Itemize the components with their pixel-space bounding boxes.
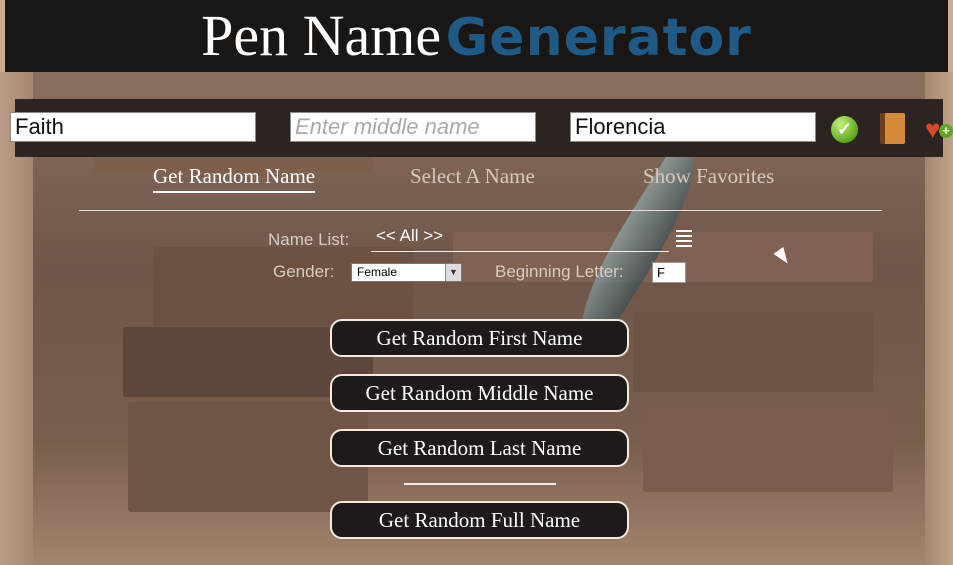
get-random-middle-name-button[interactable]: Get Random Middle Name (330, 374, 629, 412)
heart-plus-icon[interactable]: ♥ + (925, 116, 953, 142)
page-title: Pen Name Generator (5, 4, 948, 83)
gender-select[interactable]: Female ▼ (351, 263, 462, 282)
gender-label: Gender: (273, 262, 335, 281)
tab-get-random-name[interactable]: Get Random Name (153, 164, 316, 193)
last-name-input[interactable] (570, 112, 816, 142)
get-random-last-name-button[interactable]: Get Random Last Name (330, 429, 629, 467)
gender-select-value: Female (357, 265, 398, 279)
title-pen-name: Pen Name (201, 3, 442, 68)
chevron-down-icon[interactable]: ▼ (445, 264, 461, 281)
check-icon[interactable]: ✓ (831, 116, 858, 143)
middle-name-input[interactable] (290, 112, 536, 142)
tab-divider (79, 210, 882, 211)
get-random-full-name-button[interactable]: Get Random Full Name (330, 501, 629, 539)
tab-select-a-name[interactable]: Select A Name (410, 164, 535, 189)
header-bar: Pen Name Generator (5, 0, 948, 72)
first-name-input[interactable] (10, 112, 256, 142)
name-list-field[interactable]: << All >> (371, 226, 669, 252)
name-list-label: Name List: (268, 230, 350, 249)
book-icon[interactable] (880, 113, 905, 144)
title-generator: Generator (445, 8, 752, 68)
get-random-first-name-button[interactable]: Get Random First Name (330, 319, 629, 357)
beginning-letter-label: Beginning Letter: (495, 262, 624, 281)
list-icon[interactable] (676, 230, 692, 250)
tab-show-favorites[interactable]: Show Favorites (643, 164, 774, 189)
button-separator (404, 483, 556, 485)
beginning-letter-input[interactable]: F (652, 262, 686, 283)
